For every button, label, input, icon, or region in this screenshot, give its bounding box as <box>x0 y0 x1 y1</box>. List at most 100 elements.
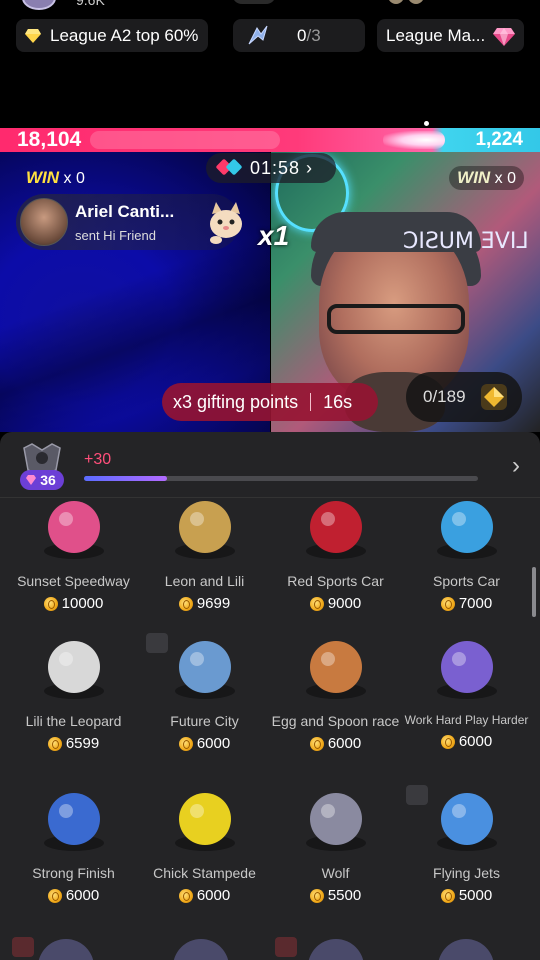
gift-price-value: 10000 <box>61 595 104 612</box>
gift-thumbnail <box>34 629 114 709</box>
gift-price: 7000 <box>401 595 532 612</box>
gift-name: Lili the Leopard <box>25 713 122 729</box>
timer-tag-icon <box>12 937 34 957</box>
gift-thumbnail <box>427 781 507 861</box>
gift-item[interactable]: Sunset Speedway 10000 <box>8 489 139 612</box>
right-win-counter: WIN x 0 <box>449 166 524 190</box>
gift-item-partial[interactable] <box>308 939 364 960</box>
gift-thumbnail <box>296 629 376 709</box>
gift-price-value: 7000 <box>458 595 493 612</box>
gift-action-text: sent Hi Friend <box>75 228 156 243</box>
coin-icon <box>178 596 193 611</box>
gift-item[interactable]: Work Hard Play Harder 6000 <box>401 629 532 750</box>
scrollbar[interactable] <box>532 567 536 617</box>
boost-label: x3 gifting points <box>173 391 299 412</box>
league-master-chip[interactable]: League Ma... <box>377 19 524 52</box>
follow-pill[interactable] <box>232 0 276 4</box>
coin-icon <box>47 888 62 903</box>
gift-item-partial[interactable] <box>438 939 494 960</box>
coin-icon <box>178 888 193 903</box>
gift-item-partial[interactable] <box>38 939 94 960</box>
gift-price: 6000 <box>8 887 139 904</box>
treasure-icon <box>480 384 507 410</box>
treasure-progress[interactable]: 0/189 <box>406 372 522 422</box>
gift-item[interactable]: Chick Stampede 6000 <box>139 781 270 904</box>
gift-price: 9699 <box>139 595 270 612</box>
league-chips-row: League A2 top 60% 0/3 League Ma... <box>16 19 524 53</box>
gift-item-partial[interactable] <box>173 939 229 960</box>
left-team-score: 18,104 <box>17 128 82 151</box>
coin-icon <box>309 736 324 751</box>
gift-price-value: 6000 <box>65 887 100 904</box>
gifter-level-badge: 36 <box>20 470 64 490</box>
host-avatar[interactable] <box>22 0 56 10</box>
coin-icon <box>309 888 324 903</box>
gift-price-value: 9699 <box>196 595 231 612</box>
gift-price-value: 6000 <box>196 735 231 752</box>
chevron-right-icon[interactable]: › <box>512 452 520 480</box>
battle-timer[interactable]: 01:58 › <box>206 153 336 183</box>
gift-price-value: 5500 <box>327 887 362 904</box>
gift-name: Chick Stampede <box>153 865 256 881</box>
coin-icon <box>440 888 455 903</box>
league-rank-chip[interactable]: League A2 top 60% <box>16 19 208 52</box>
gift-notification[interactable]: Ariel Canti... sent Hi Friend <box>16 194 242 250</box>
score-glow-indicator <box>383 131 445 149</box>
level-gem-icon <box>26 475 36 485</box>
gift-item[interactable]: Wolf 5500 <box>270 781 401 904</box>
left-win-counter: WIN x 0 <box>26 168 85 187</box>
gift-price: 10000 <box>8 595 139 612</box>
cat-gift-icon <box>210 202 242 244</box>
gift-price: 6000 <box>139 735 270 752</box>
level-points-gain: +30 <box>84 451 112 468</box>
battle-score-bar: 18,104 1,224 <box>0 128 540 152</box>
gift-price-value: 6599 <box>65 735 100 752</box>
gift-name: Wolf <box>321 865 350 881</box>
gift-name: Work Hard Play Harder <box>404 713 529 727</box>
treasure-progress-value: 0/189 <box>423 387 466 406</box>
gift-name: Egg and Spoon race <box>271 713 400 729</box>
target-tag-icon <box>406 785 428 805</box>
gift-price: 9000 <box>270 595 401 612</box>
sender-avatar <box>20 198 68 246</box>
viewer-avatars[interactable] <box>388 0 488 6</box>
gift-thumbnail <box>34 489 114 569</box>
gift-thumbnail <box>296 781 376 861</box>
gift-name: Leon and Lili <box>164 573 245 589</box>
live-music-sign: LIVE MUSIC <box>403 229 529 254</box>
coin-icon <box>178 736 193 751</box>
gem-icon <box>493 28 515 46</box>
gift-item[interactable]: Egg and Spoon race 6000 <box>270 629 401 752</box>
gift-thumbnail <box>165 781 245 861</box>
gift-price: 5500 <box>270 887 401 904</box>
timer-value: 01:58 <box>250 157 301 178</box>
coin-icon <box>440 734 455 749</box>
clash-icon <box>216 159 242 175</box>
sender-name: Ariel Canti... <box>75 202 175 221</box>
gift-price-value: 6000 <box>458 733 493 750</box>
gift-name: Strong Finish <box>32 865 115 881</box>
league-rank-label: League A2 top 60% <box>50 25 199 45</box>
streak-chip[interactable]: 0/3 <box>233 19 365 52</box>
gift-item[interactable]: Strong Finish 6000 <box>8 781 139 904</box>
coin-icon <box>440 596 455 611</box>
top-status-partial: 9.6K <box>0 0 540 12</box>
gift-name: Flying Jets <box>433 865 500 881</box>
streak-count: 0/3 <box>297 26 321 46</box>
boost-countdown: 16s <box>323 391 353 412</box>
gift-price: 6000 <box>139 887 270 904</box>
timer-tag-icon <box>275 937 297 957</box>
gift-item[interactable]: Lili the Leopard 6599 <box>8 629 139 752</box>
chevron-right-icon: › <box>306 157 314 178</box>
gift-item[interactable]: Sports Car 7000 <box>401 489 532 612</box>
gift-item[interactable]: Leon and Lili 9699 <box>139 489 270 612</box>
gift-item[interactable]: Red Sports Car 9000 <box>270 489 401 612</box>
gift-price: 6599 <box>8 735 139 752</box>
spark-dot <box>424 121 429 126</box>
gift-name: Future City <box>170 713 239 729</box>
gift-thumbnail <box>165 629 245 709</box>
gift-name: Sports Car <box>433 573 500 589</box>
gifting-points-boost[interactable]: x3 gifting points 16s <box>162 383 378 421</box>
gift-price: 6000 <box>401 733 532 750</box>
streak-icon <box>248 25 268 44</box>
